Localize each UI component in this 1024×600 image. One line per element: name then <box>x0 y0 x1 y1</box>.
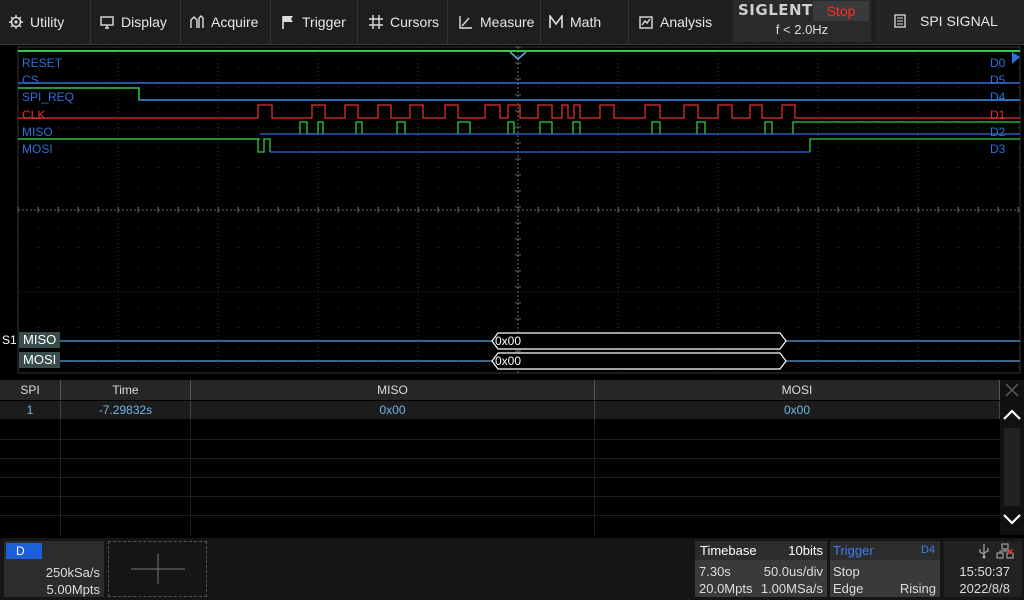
math-icon <box>549 15 563 28</box>
timebase-mpts: 20.0Mpts <box>699 581 753 596</box>
table-cell-index: 1 <box>0 401 61 419</box>
scroll-track[interactable] <box>1004 428 1020 506</box>
channel-label-reset[interactable]: RESET <box>22 56 62 70</box>
channel-id-d0: D0 <box>990 56 1006 70</box>
miso-decode-value: 0x00 <box>495 334 522 348</box>
cursor-grid-icon <box>369 15 383 29</box>
trigger-source: D4 <box>920 544 935 556</box>
menu-display[interactable]: Display <box>100 0 167 44</box>
document-icon <box>894 14 906 28</box>
clock-time: 15:50:37 <box>959 564 1010 579</box>
menu-cursors-label: Cursors <box>390 14 440 30</box>
close-icon[interactable] <box>1002 382 1022 398</box>
menu-analysis-label: Analysis <box>660 14 713 30</box>
column-header-spi: SPI <box>0 380 61 400</box>
menu-measure[interactable]: Measure <box>459 0 534 44</box>
menu-acquire-label: Acquire <box>211 14 259 30</box>
menu-math[interactable]: Math <box>549 0 601 44</box>
channel-id-d1: D1 <box>990 108 1006 122</box>
channel-id-d5: D5 <box>990 73 1006 87</box>
monitor-icon <box>100 16 114 29</box>
usb-icon <box>979 544 989 559</box>
scroll-down-icon[interactable] <box>1002 512 1022 528</box>
timebase-bits: 10bits <box>788 543 823 558</box>
trigger-slope: Rising <box>899 581 936 596</box>
menu-math-label: Math <box>570 14 602 30</box>
scroll-up-icon[interactable] <box>1002 406 1022 422</box>
column-header-time: Time <box>61 380 191 400</box>
timebase-delay: 7.30s <box>699 564 731 579</box>
memory-depth: 5.00Mpts <box>46 582 100 597</box>
menu-acquire[interactable]: Acquire <box>190 0 258 44</box>
channel-label-cs[interactable]: CS <box>22 73 39 87</box>
mosi-decode-packet <box>491 352 787 370</box>
decode-table: SPI Time MISO MOSI 1 -7.29832s 0x00 0x00 <box>0 380 1024 535</box>
trigger-panel[interactable]: Trigger D4 Stop Edge Rising <box>830 541 940 597</box>
run-state-badge[interactable]: Stop <box>813 1 869 21</box>
plus-icon <box>131 554 185 584</box>
waveform-display[interactable] <box>0 44 1024 380</box>
miso-decode-packet <box>491 332 787 350</box>
menu-cursors[interactable]: Cursors <box>369 0 439 44</box>
system-clock-panel[interactable]: 15:50:37 2022/8/8 <box>944 541 1022 597</box>
channel-id-d4: D4 <box>990 90 1006 104</box>
trigger-frequency: f < 2.0Hz <box>775 22 829 37</box>
acquire-icon <box>190 15 204 28</box>
menu-analysis[interactable]: Analysis <box>639 0 712 44</box>
app-title-box[interactable]: SPI SIGNAL <box>876 0 1024 42</box>
mosi-decode-value: 0x00 <box>495 354 522 368</box>
channel-label-miso[interactable]: MISO <box>22 125 53 139</box>
status-bar: D 250kSa/s 5.00Mpts Timebase 10bits 7.30… <box>0 538 1024 600</box>
trigger-mode: Stop <box>833 564 860 579</box>
status-box[interactable]: SIGLENT Stop f < 2.0Hz <box>733 0 871 42</box>
menu-bar: Utility Display Acquire Trigger Cursors … <box>0 0 1024 45</box>
timebase-rate: 1.00MSa/s <box>760 581 823 596</box>
trigger-type: Edge <box>833 581 864 596</box>
column-header-mosi: MOSI <box>595 380 1000 400</box>
bus-id-label: S1 <box>2 333 17 347</box>
menu-utility-label: Utility <box>30 14 65 30</box>
gear-icon <box>9 15 23 29</box>
table-cell-miso: 0x00 <box>191 401 595 419</box>
measure-icon <box>459 16 472 29</box>
menu-utility[interactable]: Utility <box>9 0 64 44</box>
analysis-icon <box>639 16 653 29</box>
channel-label-spi-req[interactable]: SPI_REQ <box>22 90 74 104</box>
menu-trigger[interactable]: Trigger <box>281 0 346 44</box>
channel-id-d2: D2 <box>990 125 1006 139</box>
timebase-scale: 50.0us/div <box>763 564 823 579</box>
menu-trigger-label: Trigger <box>302 14 346 30</box>
app-title: SPI SIGNAL <box>920 13 998 29</box>
bus-line-mosi-label[interactable]: MOSI <box>19 352 61 368</box>
digital-panel[interactable]: D 250kSa/s 5.00Mpts <box>4 541 104 597</box>
table-scrollbar[interactable] <box>1000 380 1024 535</box>
menu-measure-label: Measure <box>480 14 535 30</box>
menu-display-label: Display <box>121 14 167 30</box>
add-channel-slot[interactable] <box>108 541 207 597</box>
bus-line-miso-label[interactable]: MISO <box>19 332 61 348</box>
timebase-title: Timebase <box>700 543 757 558</box>
channel-label-mosi[interactable]: MOSI <box>22 142 53 156</box>
table-cell-time: -7.29832s <box>61 401 191 419</box>
network-disconnected-icon <box>996 543 1014 559</box>
timebase-panel[interactable]: Timebase 10bits 7.30s 50.0us/div 20.0Mpt… <box>695 541 827 597</box>
trigger-title: Trigger <box>833 543 874 558</box>
channel-id-d3: D3 <box>990 142 1006 156</box>
clock-date: 2022/8/8 <box>959 581 1010 596</box>
channel-label-clk[interactable]: CLK <box>22 108 45 122</box>
flag-icon <box>282 16 293 29</box>
brand-logo: SIGLENT <box>738 1 813 19</box>
table-cell-mosi: 0x00 <box>595 401 1000 419</box>
column-header-miso: MISO <box>191 380 595 400</box>
digital-badge: D <box>6 543 42 559</box>
sample-rate: 250kSa/s <box>45 565 100 580</box>
